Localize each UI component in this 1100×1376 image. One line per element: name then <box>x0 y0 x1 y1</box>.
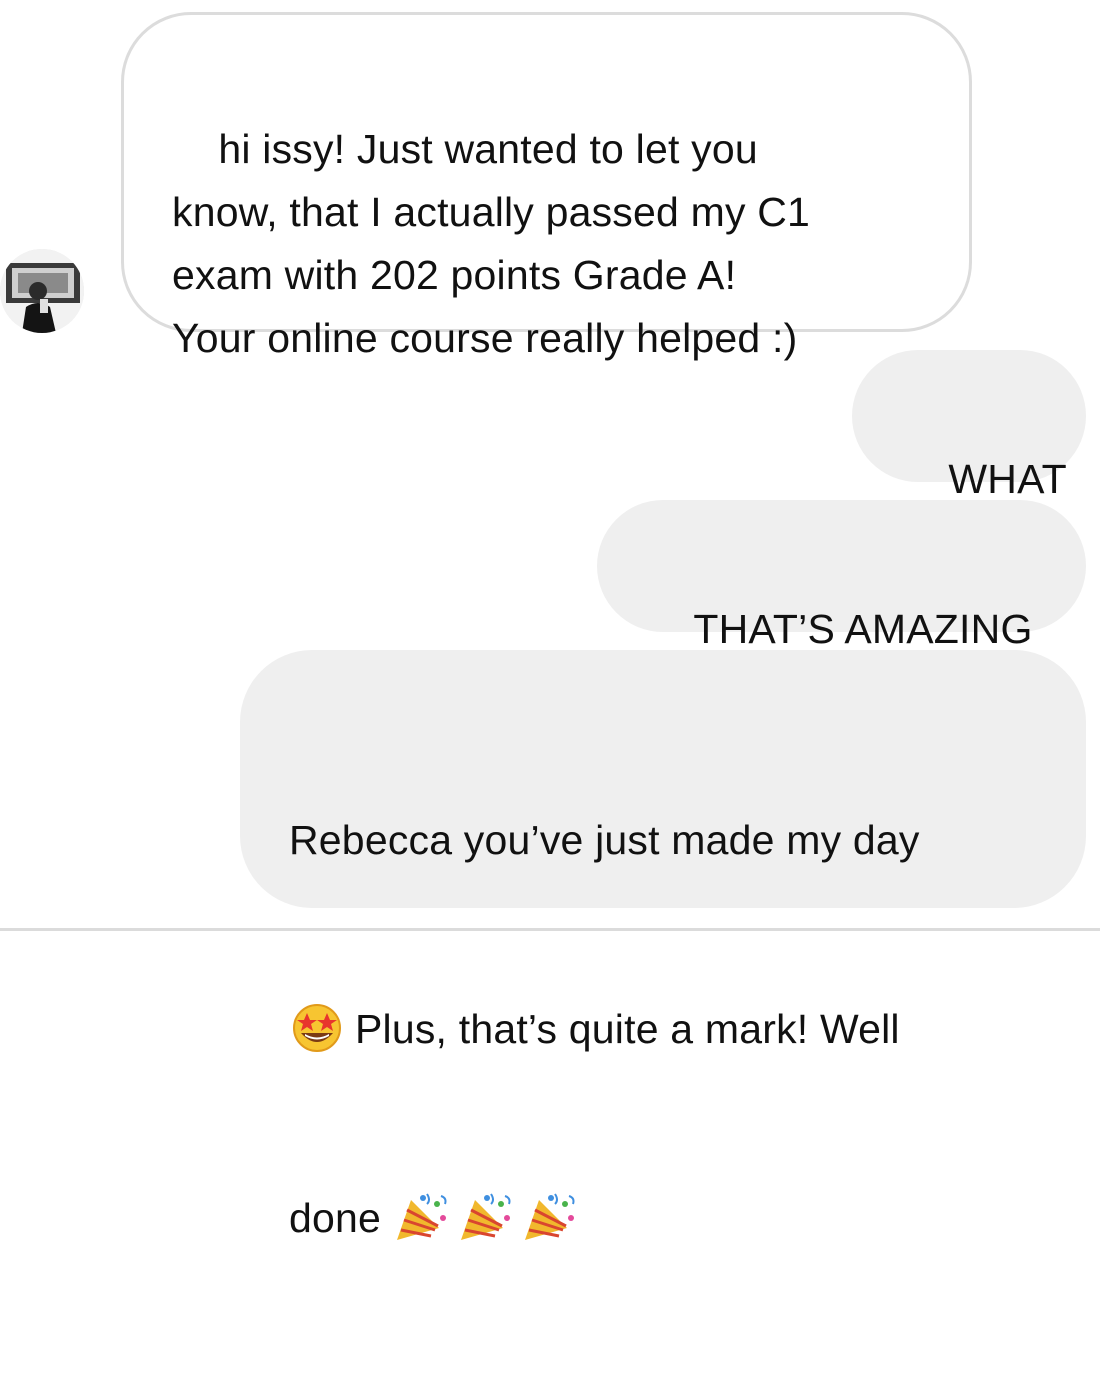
message-thread: hi issy! Just wanted to let you know, th… <box>0 0 1100 1241</box>
contact-avatar[interactable] <box>0 249 84 333</box>
star-struck-emoji-icon <box>289 1001 345 1053</box>
incoming-message-bubble[interactable]: hi issy! Just wanted to let you know, th… <box>121 12 972 361</box>
message-line: Rebecca you’ve just made my day <box>289 809 1056 872</box>
outgoing-message-text: done <box>289 1195 382 1241</box>
message-line: done <box>289 1187 1056 1250</box>
outgoing-message-text: WHAT <box>948 456 1067 502</box>
incoming-message-text: hi issy! Just wanted to let you know, th… <box>172 126 811 361</box>
message-line: Plus, that’s quite a mark! Well <box>289 998 1056 1061</box>
outgoing-message-bubble[interactable]: THAT’S AMAZING <box>597 500 1086 652</box>
outgoing-message-bubble[interactable]: WHAT <box>852 350 1086 502</box>
outgoing-message-text: Rebecca you’ve just made my day <box>289 817 920 863</box>
outgoing-message-text: Plus, that’s quite a mark! Well <box>355 1006 900 1052</box>
party-popper-emoji-icon <box>521 1190 577 1242</box>
composer-divider <box>0 928 1100 931</box>
avatar-photo <box>0 249 84 333</box>
outgoing-message-bubble[interactable]: Rebecca you’ve just made my day Plus, th… <box>240 650 1086 1241</box>
party-popper-emoji-icon <box>457 1190 513 1242</box>
outgoing-message-text: THAT’S AMAZING <box>693 606 1033 652</box>
party-popper-emoji-icon <box>393 1190 449 1242</box>
